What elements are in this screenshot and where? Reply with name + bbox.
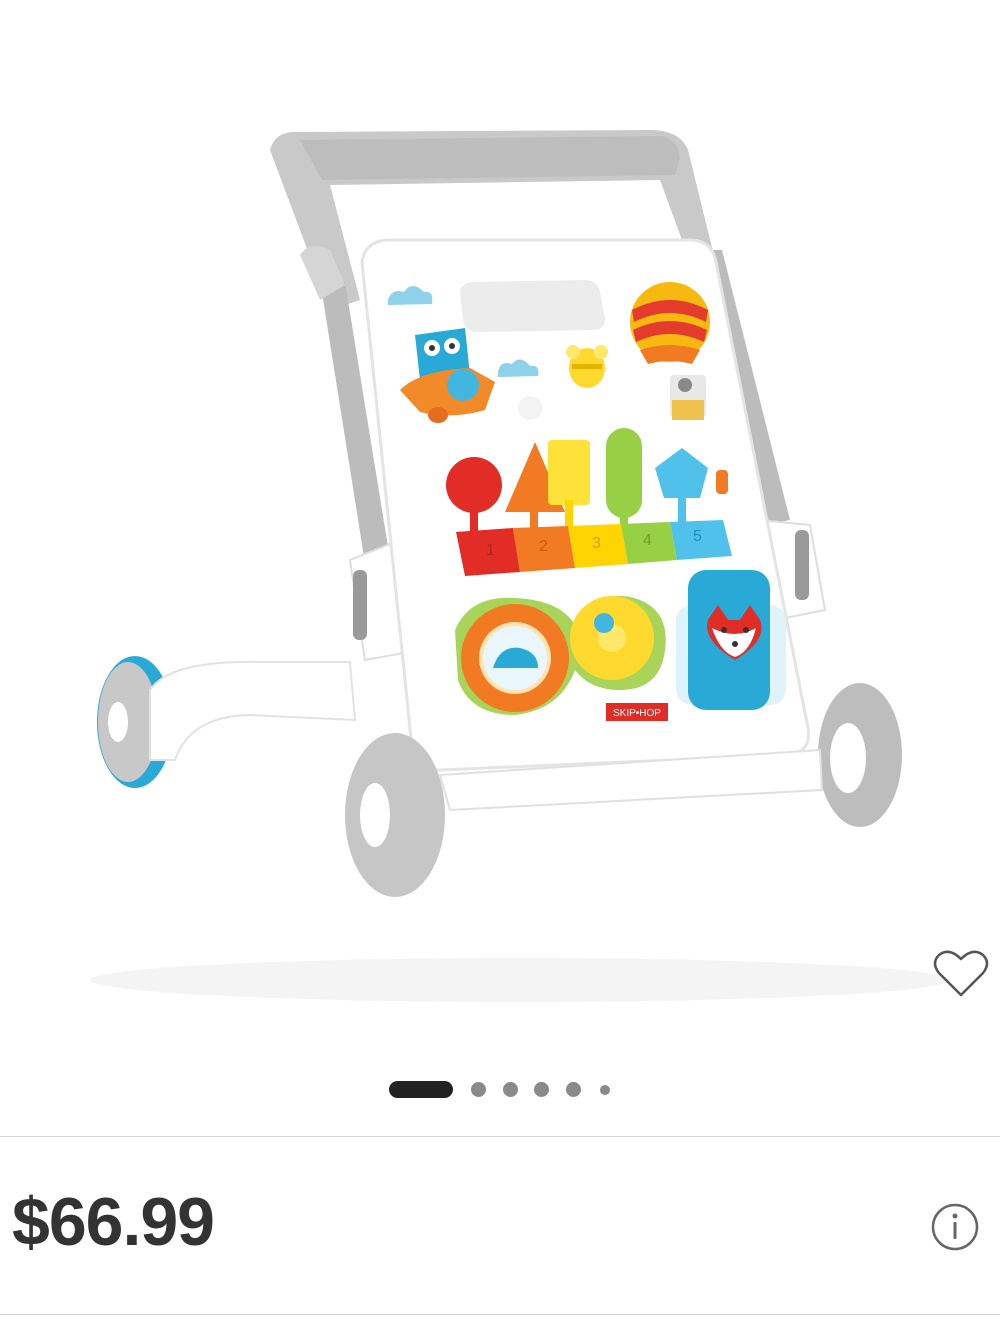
- wheel-front-right: [795, 710, 885, 850]
- carousel-pagination: [0, 1078, 1000, 1100]
- carousel-dot-2[interactable]: [471, 1082, 486, 1097]
- key-label-2: 2: [539, 538, 548, 555]
- product-image-carousel[interactable]: 1 2 3 4 5 SKIP•HOP: [0, 0, 1000, 1040]
- carousel-dot-5[interactable]: [566, 1082, 581, 1097]
- carousel-dot-4[interactable]: [534, 1082, 549, 1097]
- key-label-1: 1: [486, 542, 495, 559]
- carousel-dot-6[interactable]: [600, 1085, 610, 1095]
- fox-slider-toy: [676, 570, 786, 710]
- carousel-dot-3[interactable]: [503, 1082, 518, 1097]
- divider-bottom: [0, 1314, 1000, 1315]
- divider-top: [0, 1136, 1000, 1137]
- carousel-dot-1[interactable]: [389, 1081, 453, 1098]
- info-circle-icon: [931, 1203, 979, 1251]
- product-image: 1 2 3 4 5 SKIP•HOP: [90, 130, 950, 1002]
- key-label-5: 5: [693, 528, 702, 545]
- heart-outline-icon: [933, 950, 989, 997]
- key-label-3: 3: [592, 535, 601, 552]
- favorite-button[interactable]: [928, 944, 994, 1004]
- price-info-button[interactable]: [930, 1202, 980, 1252]
- product-price: $66.99: [12, 1184, 215, 1260]
- brand-mark-text: SKIP•HOP: [613, 708, 661, 719]
- key-label-4: 4: [643, 532, 652, 549]
- wheel-front-left: [345, 733, 445, 897]
